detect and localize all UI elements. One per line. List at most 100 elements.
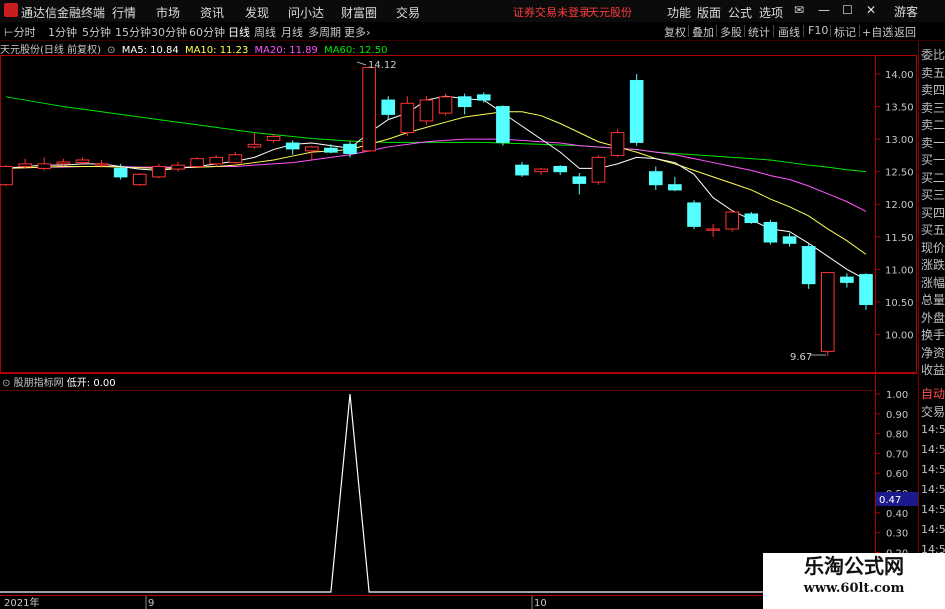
- candle-body: [209, 156, 224, 165]
- candle[interactable]: [572, 172, 587, 195]
- candle[interactable]: [400, 96, 415, 136]
- candle[interactable]: [668, 176, 682, 192]
- menu-item-news[interactable]: 资讯: [200, 4, 224, 21]
- menu-item-trade[interactable]: 交易: [396, 4, 420, 21]
- date-label-year: 2021年: [4, 596, 39, 609]
- menu-item-formula[interactable]: 公式: [728, 4, 752, 21]
- quote-label-1: 卖五: [921, 65, 945, 80]
- candle[interactable]: [763, 219, 778, 245]
- candle[interactable]: [457, 93, 472, 115]
- candle[interactable]: [362, 66, 376, 153]
- candle[interactable]: [801, 243, 816, 289]
- candle[interactable]: [725, 210, 740, 232]
- indicator-name: 股朋指标网: [13, 378, 64, 389]
- candle[interactable]: [820, 272, 835, 356]
- period-timeshare[interactable]: ⊢分时: [4, 24, 36, 40]
- trade-login-notice[interactable]: 证券交易未登录: [513, 4, 590, 20]
- menu-item-market[interactable]: 市场: [156, 4, 180, 21]
- btn-add-watchlist[interactable]: +自选: [862, 24, 893, 40]
- menu-item-options[interactable]: 选项: [759, 4, 783, 21]
- candle[interactable]: [476, 92, 491, 103]
- candle-body: [37, 163, 52, 169]
- indicator-cursor-value: 0.47: [879, 495, 901, 506]
- chart-canvas[interactable]: 14.00 13.50 13.00 12.50 12.00 11.50 11.00 10.50…: [0, 41, 918, 609]
- quote-label-7: 买二: [921, 170, 945, 185]
- candle-body: [247, 143, 262, 148]
- candle[interactable]: [534, 167, 548, 175]
- menu-item-discover[interactable]: 发现: [245, 4, 269, 21]
- guest-label[interactable]: 游客: [894, 3, 918, 20]
- candle-body: [476, 94, 491, 101]
- menu-item-layout[interactable]: 版面: [697, 4, 721, 21]
- period-5min[interactable]: 5分钟: [82, 24, 111, 40]
- candle[interactable]: [152, 163, 166, 179]
- candle[interactable]: [840, 273, 854, 288]
- btn-restore-rights[interactable]: 复权: [664, 24, 686, 40]
- indicator-value: 低开: 0.00: [66, 378, 116, 389]
- btn-statistics[interactable]: 统计: [748, 24, 770, 40]
- btn-draw-line[interactable]: 画线: [778, 24, 800, 40]
- candle[interactable]: [171, 161, 185, 172]
- menu-item-market-quotes[interactable]: 行情: [112, 4, 136, 21]
- trade-label[interactable]: 交易: [921, 403, 945, 420]
- menu-item-functions[interactable]: 功能: [667, 4, 691, 21]
- candle[interactable]: [610, 129, 625, 158]
- btn-multi-stock[interactable]: 多股: [720, 24, 742, 40]
- period-multi[interactable]: 多周期: [308, 24, 341, 40]
- candle-body: [381, 99, 396, 115]
- quote-label-15: 外盘: [921, 310, 945, 325]
- candle[interactable]: [591, 155, 606, 185]
- candle[interactable]: [132, 172, 147, 187]
- candle[interactable]: [0, 165, 13, 187]
- candle[interactable]: [285, 140, 300, 155]
- candle[interactable]: [782, 232, 797, 247]
- candle[interactable]: [37, 157, 52, 171]
- candle-body: [132, 173, 147, 186]
- candle[interactable]: [419, 96, 434, 125]
- candle-body: [648, 171, 663, 186]
- period-30min[interactable]: 30分钟: [151, 24, 187, 40]
- btn-f10[interactable]: F10: [808, 24, 828, 37]
- maximize-icon[interactable]: ☐: [842, 3, 853, 17]
- candle[interactable]: [553, 165, 568, 175]
- period-monthly[interactable]: 月线: [281, 24, 303, 40]
- candle[interactable]: [706, 223, 720, 237]
- candle[interactable]: [687, 200, 701, 229]
- period-15min[interactable]: 15分钟: [115, 24, 151, 40]
- candle[interactable]: [648, 166, 663, 190]
- candle[interactable]: [247, 132, 262, 149]
- candle[interactable]: [18, 158, 32, 169]
- period-60min[interactable]: 60分钟: [189, 24, 225, 40]
- candle[interactable]: [324, 144, 338, 154]
- candle[interactable]: [190, 157, 204, 169]
- candle[interactable]: [496, 105, 510, 146]
- minimize-icon[interactable]: —: [818, 3, 830, 17]
- candle-body: [228, 154, 243, 164]
- period-1min[interactable]: 1分钟: [48, 24, 77, 40]
- period-weekly[interactable]: 周线: [254, 24, 276, 40]
- candle-body: [668, 184, 682, 191]
- candle-body: [18, 163, 32, 167]
- candle[interactable]: [381, 96, 396, 120]
- candle[interactable]: [629, 74, 644, 146]
- period-daily[interactable]: 日线: [228, 24, 250, 40]
- candle[interactable]: [859, 273, 873, 310]
- candle[interactable]: [438, 93, 453, 116]
- ma5-line: [5, 95, 867, 281]
- candle-body: [629, 80, 644, 143]
- candle[interactable]: [228, 152, 243, 164]
- candle[interactable]: [515, 161, 529, 177]
- skin-icon[interactable]: ✉: [794, 3, 804, 17]
- menu-item-ask[interactable]: 问小达: [288, 4, 324, 21]
- quote-label-5: 卖一: [921, 135, 945, 150]
- btn-mark[interactable]: 标记: [834, 24, 856, 40]
- period-more[interactable]: 更多›: [344, 24, 370, 40]
- btn-back[interactable]: 返回: [894, 24, 916, 40]
- close-icon[interactable]: ✕: [866, 3, 876, 17]
- candle[interactable]: [744, 212, 759, 224]
- indicator-settings-icon[interactable]: ⊙: [2, 378, 10, 389]
- auto-label[interactable]: 自动: [921, 385, 945, 402]
- btn-overlay[interactable]: 叠加: [692, 24, 714, 40]
- quote-label-8: 买三: [921, 188, 945, 202]
- menu-item-wealth-circle[interactable]: 财富圈: [341, 4, 377, 21]
